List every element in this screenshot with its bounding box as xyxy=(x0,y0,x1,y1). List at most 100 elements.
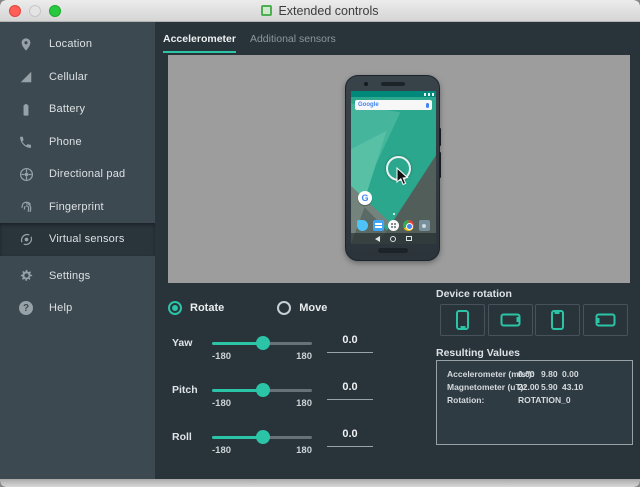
device-rotation-buttons xyxy=(440,304,630,336)
sidebar-item-cellular[interactable]: Cellular xyxy=(0,61,155,94)
dpad-icon xyxy=(18,166,34,182)
sidebar-item-fingerprint[interactable]: Fingerprint xyxy=(0,191,155,224)
magnetometer-z-value: 43.10 xyxy=(562,381,583,394)
roll-value-field[interactable]: 0.0 xyxy=(327,428,373,440)
landscape-phone-icon xyxy=(500,314,520,327)
tab-accelerometer[interactable]: Accelerometer xyxy=(163,33,236,53)
bottom-speaker xyxy=(378,248,408,253)
battery-icon xyxy=(18,101,34,117)
yaw-label: Yaw xyxy=(172,337,192,349)
rotation-reverse-portrait-button[interactable] xyxy=(535,304,580,336)
status-bar xyxy=(351,91,436,97)
app-dock xyxy=(351,218,436,233)
resulting-values-label: Resulting Values xyxy=(436,347,520,359)
rotation-value: ROTATION_0 xyxy=(518,394,541,407)
magnetometer-row-label: Magnetometer (uT): xyxy=(447,381,518,394)
home-icon xyxy=(390,236,396,242)
yaw-slider-knob[interactable] xyxy=(256,336,270,350)
magnetometer-x-value: 22.00 xyxy=(518,381,541,394)
roll-slider-knob[interactable] xyxy=(256,430,270,444)
accelerometer-y-value: 9.80 xyxy=(541,368,562,381)
sidebar-item-label: Phone xyxy=(49,136,82,148)
sidebar-item-settings[interactable]: Settings xyxy=(0,260,155,293)
resulting-values-box: Accelerometer (m/s²): 0.00 9.80 0.00 Mag… xyxy=(436,360,633,445)
sensor-tabs: Accelerometer Additional sensors xyxy=(163,33,336,53)
mic-icon xyxy=(426,103,429,108)
app-drawer-icon xyxy=(388,220,399,231)
camera-app-icon xyxy=(419,220,430,231)
rotation-values-row: Rotation: ROTATION_0 xyxy=(447,394,632,407)
roll-label: Roll xyxy=(172,431,192,443)
window-bottom-edge xyxy=(0,479,640,487)
sidebar-item-label: Directional pad xyxy=(49,168,125,180)
sidebar-item-phone[interactable]: Phone xyxy=(0,126,155,159)
roll-value-underline xyxy=(327,446,373,447)
sidebar-item-label: Cellular xyxy=(49,71,88,83)
location-pin-icon xyxy=(18,36,34,52)
roll-min-label: -180 xyxy=(212,445,231,456)
minimize-button[interactable] xyxy=(29,5,41,17)
roll-max-label: 180 xyxy=(288,445,312,456)
sidebar-item-directional-pad[interactable]: Directional pad xyxy=(0,158,155,191)
move-label: Move xyxy=(299,302,327,314)
phone-icon xyxy=(18,134,34,150)
pitch-value-underline xyxy=(327,399,373,400)
chrome-app-icon xyxy=(403,220,414,231)
rotation-row-label: Rotation: xyxy=(447,394,518,407)
pitch-value-field[interactable]: 0.0 xyxy=(327,381,373,393)
sidebar-item-virtual-sensors[interactable]: Virtual sensors xyxy=(0,223,155,256)
traffic-lights xyxy=(9,5,61,17)
rotate-label: Rotate xyxy=(190,302,224,314)
device-rotation-label: Device rotation xyxy=(436,288,512,300)
sidebar-item-location[interactable]: Location xyxy=(0,28,155,61)
mode-selector: Rotate Move xyxy=(168,301,327,315)
status-icons xyxy=(424,93,435,96)
tab-additional-sensors[interactable]: Additional sensors xyxy=(250,33,336,53)
fingerprint-icon xyxy=(18,199,34,215)
sidebar-item-label: Fingerprint xyxy=(49,201,104,213)
sidebar-item-label: Location xyxy=(49,38,92,50)
pitch-slider-knob[interactable] xyxy=(256,383,270,397)
sidebar-item-help[interactable]: ? Help xyxy=(0,292,155,325)
recents-icon xyxy=(406,236,412,242)
titlebar: Extended controls xyxy=(0,0,640,22)
close-button[interactable] xyxy=(9,5,21,17)
portrait-phone-icon xyxy=(456,310,469,330)
pitch-max-label: 180 xyxy=(288,398,312,409)
yaw-max-label: 180 xyxy=(288,351,312,362)
accelerometer-row-label: Accelerometer (m/s²): xyxy=(447,368,518,381)
reverse-landscape-phone-icon xyxy=(595,314,615,327)
move-radio[interactable] xyxy=(277,301,291,315)
sidebar-item-label: Battery xyxy=(49,103,85,115)
google-app-icon: G xyxy=(358,191,372,205)
page-indicator-dot xyxy=(393,213,395,215)
pitch-min-label: -180 xyxy=(212,398,231,409)
emulator-app-icon xyxy=(261,5,272,16)
back-icon xyxy=(375,236,380,242)
magnetometer-values-row: Magnetometer (uT): 22.00 5.90 43.10 xyxy=(447,381,632,394)
zoom-button[interactable] xyxy=(49,5,61,17)
phone-app-icon xyxy=(357,220,368,231)
yaw-min-label: -180 xyxy=(212,351,231,362)
front-camera xyxy=(364,82,368,86)
pitch-label: Pitch xyxy=(172,384,198,396)
magnetometer-y-value: 5.90 xyxy=(541,381,562,394)
rotation-reverse-landscape-button[interactable] xyxy=(583,304,628,336)
yaw-value-underline xyxy=(327,352,373,353)
yaw-value-field[interactable]: 0.0 xyxy=(327,334,373,346)
sidebar-item-battery[interactable]: Battery xyxy=(0,93,155,126)
nav-bar xyxy=(351,233,436,244)
accelerometer-z-value: 0.00 xyxy=(562,368,579,381)
sidebar-item-label: Settings xyxy=(49,270,90,282)
google-search-label: Google xyxy=(358,102,379,108)
sidebar-item-label: Help xyxy=(49,302,72,314)
rotation-landscape-button[interactable] xyxy=(488,304,533,336)
google-search-bar: Google xyxy=(355,100,432,110)
earpiece-speaker xyxy=(381,82,405,86)
reverse-portrait-phone-icon xyxy=(551,310,564,330)
messages-app-icon xyxy=(373,220,384,231)
rotation-portrait-button[interactable] xyxy=(440,304,485,336)
cellular-signal-icon xyxy=(18,69,34,85)
rotate-radio[interactable] xyxy=(168,301,182,315)
accelerometer-values-row: Accelerometer (m/s²): 0.00 9.80 0.00 xyxy=(447,368,632,381)
